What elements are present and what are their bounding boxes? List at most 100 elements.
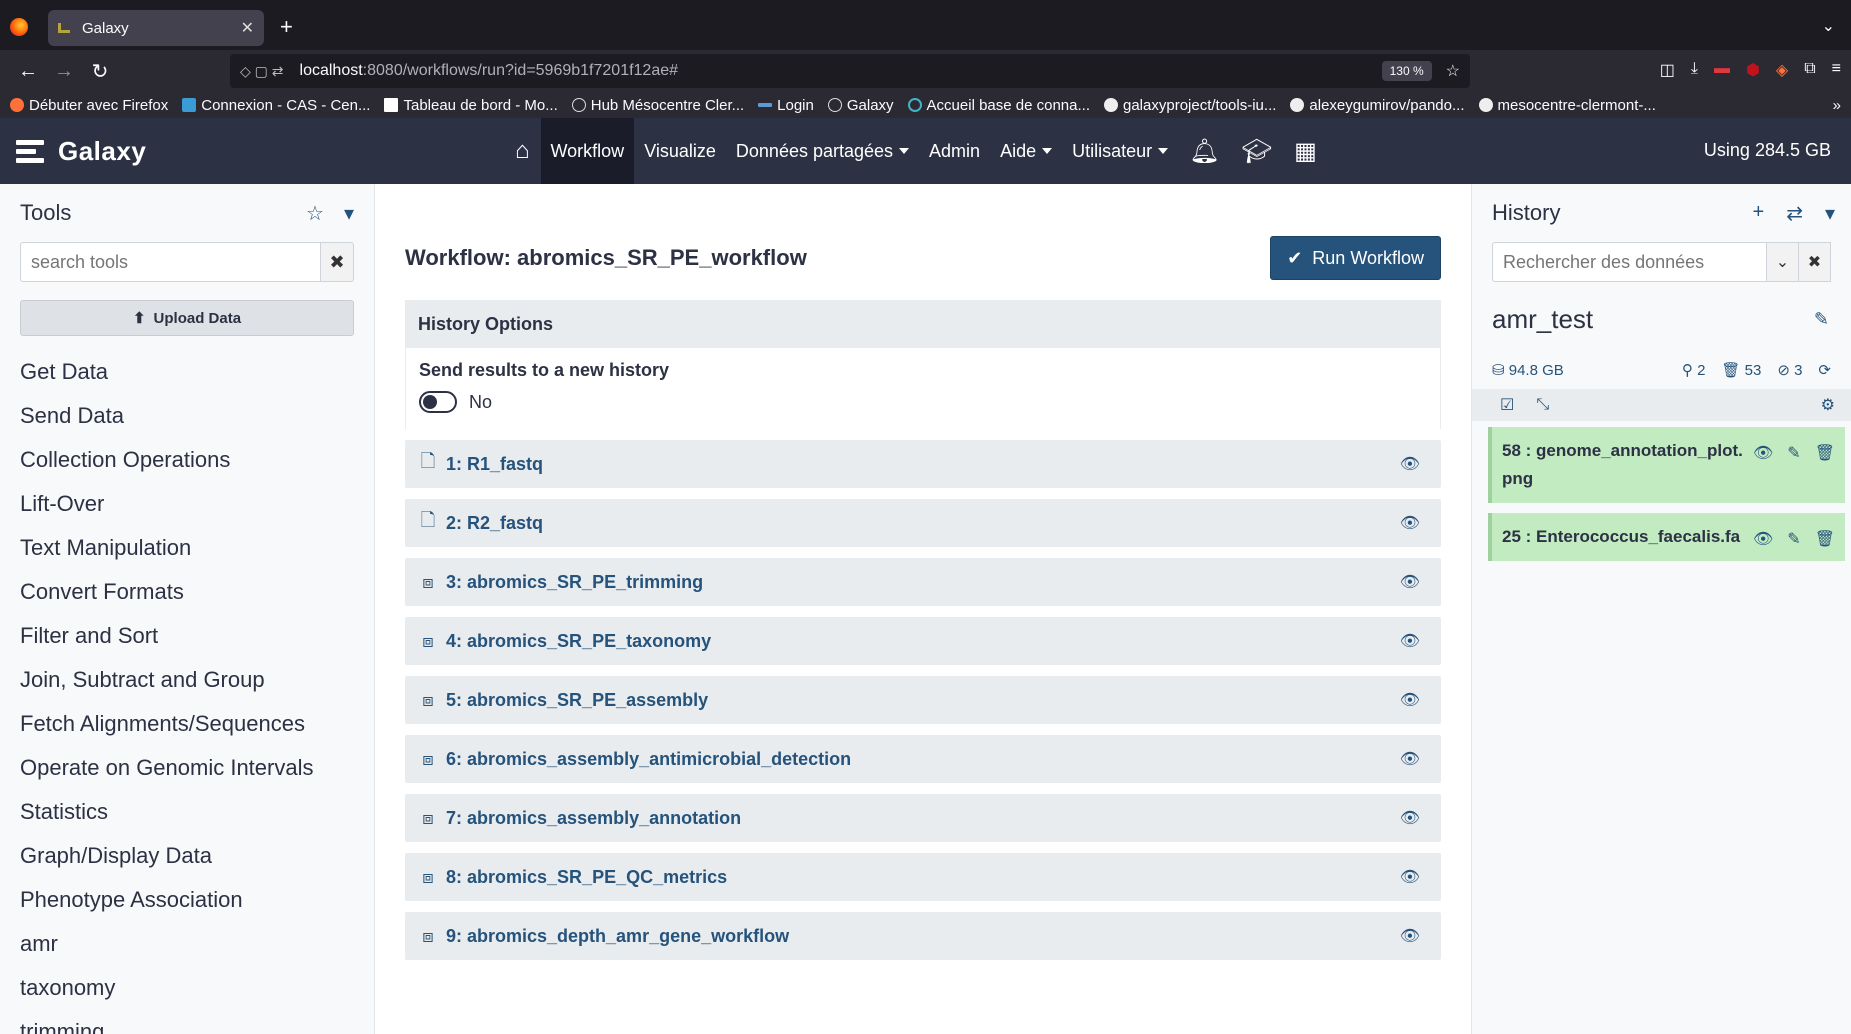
home-icon[interactable]: ⌂ [504,118,541,184]
extension-red-icon[interactable]: ▬ [1714,60,1730,80]
tool-section-get-data[interactable]: Get Data [20,350,354,394]
nav-admin[interactable]: Admin [919,118,990,184]
menu-hamburger-icon[interactable]: ≡ [1832,60,1841,80]
edit-pencil-icon[interactable]: ✎ [1787,529,1800,549]
tool-section-trimming[interactable]: trimming [20,1010,354,1034]
bookmark-item[interactable]: Tableau de bord - Mo... [384,97,558,114]
nav-workflow[interactable]: Workflow [540,118,635,184]
tool-section-statistics[interactable]: Statistics [20,790,354,834]
edit-pencil-icon[interactable]: ✎ [1787,443,1800,463]
eye-icon[interactable]: 👁︎ [1753,443,1773,463]
tool-section-join-subtract-group[interactable]: Join, Subtract and Group [20,658,354,702]
pocket-icon[interactable]: ◫ [1660,60,1675,80]
bookmark-item[interactable]: Hub Mésocentre Cler... [571,97,744,114]
bookmark-item[interactable]: mesocentre-clermont-... [1478,97,1656,114]
back-arrow-icon[interactable]: ← [10,60,46,83]
forward-arrow-icon[interactable]: → [46,60,82,83]
tool-section-collection-operations[interactable]: Collection Operations [20,438,354,482]
tool-section-lift-over[interactable]: Lift-Over [20,482,354,526]
bookmark-item[interactable]: Débuter avec Firefox [10,97,168,114]
history-dataset[interactable]: 25 : Enterococcus_faecalis.fa 👁︎ ✎ 🗑︎ [1488,513,1845,561]
extension-orange-icon[interactable]: ◈ [1776,60,1788,80]
workflow-step[interactable]: 🗋︎ 2: R2_fastq 👁︎ [405,499,1441,547]
bookmark-item[interactable]: galaxyproject/tools-iu... [1104,97,1276,114]
tool-section-graph-display[interactable]: Graph/Display Data [20,834,354,878]
nav-user[interactable]: Utilisateur [1062,118,1178,184]
eye-icon[interactable]: 👁︎ [1400,631,1420,651]
extensions-puzzle-icon[interactable]: ⧉ [1804,60,1815,80]
gear-icon[interactable]: ⚙ [1821,395,1835,415]
bookmark-item[interactable]: Login [758,97,814,114]
clear-search-icon[interactable]: ✖ [320,242,354,282]
select-items-checkbox-icon[interactable]: ☑ [1500,395,1514,415]
bookmarks-overflow-icon[interactable]: » [1833,97,1841,114]
favorites-star-icon[interactable]: ☆ [306,201,324,226]
new-tab-icon[interactable]: + [280,14,293,40]
workflow-step[interactable]: ⧈ 7: abromics_assembly_annotation 👁︎ [405,794,1441,842]
eye-icon[interactable]: 👁︎ [1400,926,1420,946]
bookmark-star-icon[interactable]: ☆ [1446,61,1460,81]
eye-icon[interactable]: 👁︎ [1400,749,1420,769]
ublock-icon[interactable]: ⬢ [1746,60,1760,80]
upload-data-button[interactable]: ⬆ Upload Data [20,300,354,336]
edit-pencil-icon[interactable]: ✎ [1814,309,1829,330]
shield-icon[interactable]: ◇ ▢ ⇄ [240,63,284,80]
tool-section-taxonomy[interactable]: taxonomy [20,966,354,1010]
history-size[interactable]: ⛁ 94.8 GB [1492,361,1666,379]
eye-icon[interactable]: 👁︎ [1400,867,1420,887]
nav-shared-data[interactable]: Données partagées [726,118,919,184]
clear-history-search-icon[interactable]: ✖ [1799,242,1831,282]
workflow-step[interactable]: ⧈ 4: abromics_SR_PE_taxonomy 👁︎ [405,617,1441,665]
switch-history-icon[interactable]: ⇄ [1786,201,1803,226]
eye-icon[interactable]: 👁︎ [1400,808,1420,828]
url-bar[interactable]: ◇ ▢ ⇄ localhost:8080/workflows/run?id=59… [230,54,1470,88]
nav-help[interactable]: Aide [990,118,1062,184]
workflow-step[interactable]: ⧈ 8: abromics_SR_PE_QC_metrics 👁︎ [405,853,1441,901]
grid-apps-icon[interactable]: ▦ [1283,118,1328,184]
history-options-header[interactable]: History Options [405,300,1441,348]
create-history-plus-icon[interactable]: + [1753,201,1765,226]
nav-visualize[interactable]: Visualize [634,118,726,184]
tool-section-fetch-alignments[interactable]: Fetch Alignments/Sequences [20,702,354,746]
eye-icon[interactable]: 👁︎ [1753,529,1773,549]
bookmark-item[interactable]: alexeygumirov/pando... [1290,97,1465,114]
trash-icon[interactable]: 🗑︎ [1815,443,1835,463]
notifications-bell-icon[interactable]: 🔔︎ [1178,118,1230,184]
download-icon[interactable]: ⤓ [1691,60,1698,80]
collapse-items-icon[interactable]: ⤡ [1536,396,1549,414]
graduation-cap-icon[interactable]: 🎓︎ [1231,118,1283,184]
workflow-step[interactable]: ⧈ 6: abromics_assembly_antimicrobial_dete… [405,735,1441,783]
trash-icon[interactable]: 🗑︎ [1815,529,1835,549]
workflow-step[interactable]: ⧈ 5: abromics_SR_PE_assembly 👁︎ [405,676,1441,724]
bookmark-item[interactable]: Connexion - CAS - Cen... [182,97,370,114]
eye-icon[interactable]: 👁︎ [1400,572,1420,592]
reload-icon[interactable]: ↻ [82,59,118,84]
history-search-input[interactable] [1492,242,1767,282]
hidden-count[interactable]: ⊘ 3 [1777,361,1802,379]
tool-search-input[interactable] [20,242,320,282]
tab-list-chevron-icon[interactable]: ⌄ [1822,16,1835,36]
storage-usage[interactable]: Using 284.5 GB [1704,140,1831,161]
eye-icon[interactable]: 👁︎ [1400,690,1420,710]
tool-section-filter-and-sort[interactable]: Filter and Sort [20,614,354,658]
tool-section-send-data[interactable]: Send Data [20,394,354,438]
refresh-icon[interactable]: ⟳ [1818,361,1831,379]
tool-section-convert-formats[interactable]: Convert Formats [20,570,354,614]
panel-options-caret-icon[interactable]: ▾ [344,201,354,226]
send-results-toggle[interactable] [419,391,457,413]
url-text[interactable]: localhost:8080/workflows/run?id=5969b1f7… [300,62,1382,80]
tool-section-genomic-intervals[interactable]: Operate on Genomic Intervals [20,746,354,790]
bookmark-item[interactable]: Accueil base de conna... [907,97,1090,114]
history-options-caret-icon[interactable]: ▾ [1825,201,1835,226]
tool-section-amr[interactable]: amr [20,922,354,966]
galaxy-brand[interactable]: Galaxy [16,136,146,167]
close-tab-icon[interactable]: ✕ [241,18,254,38]
history-dataset[interactable]: 58 : genome_annotation_plot.png 👁︎ ✎ 🗑︎ [1488,427,1845,503]
deleted-count[interactable]: 🗑︎ 53 [1721,361,1761,379]
advanced-search-double-chevron-icon[interactable]: ⌄ [1767,242,1799,282]
dataset-label[interactable]: 25 : Enterococcus_faecalis.fa [1502,523,1753,551]
tool-section-text-manipulation[interactable]: Text Manipulation [20,526,354,570]
run-workflow-button[interactable]: ✔ Run Workflow [1270,236,1441,280]
eye-icon[interactable]: 👁︎ [1400,513,1420,533]
workflow-step[interactable]: 🗋︎ 1: R1_fastq 👁︎ [405,440,1441,488]
